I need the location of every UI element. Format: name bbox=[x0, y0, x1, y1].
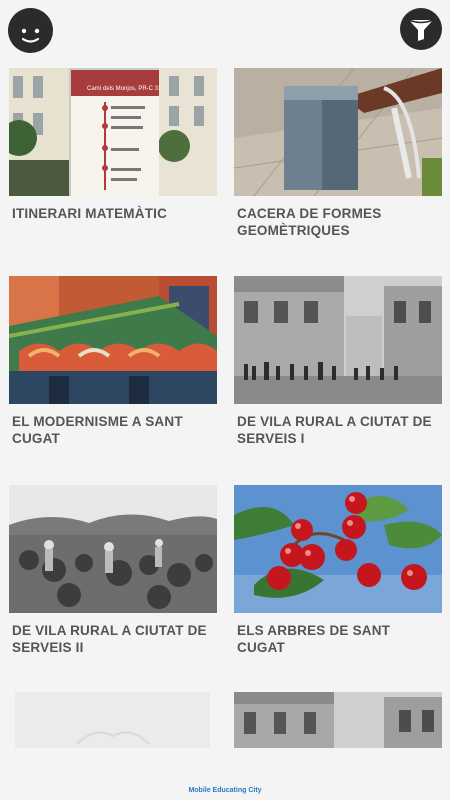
card-title: CACERA DE FORMES GEOMÈTRIQUES bbox=[237, 206, 382, 238]
card-image bbox=[234, 276, 442, 404]
card-image: Camí dels Monjos, PR-C 31 bbox=[9, 68, 217, 196]
card-image-placeholder bbox=[15, 692, 210, 748]
sign-text: Camí dels Monjos, PR-C 31 bbox=[87, 86, 162, 92]
card-image bbox=[9, 485, 217, 613]
itinerary-grid: Camí dels Monjos, PR-C 31 ITINERARI MATE… bbox=[0, 0, 450, 800]
card-title: DE VILA RURAL A CIUTAT DE SERVEIS II bbox=[12, 623, 207, 655]
footer-brand: Mobile Educating City bbox=[188, 787, 262, 794]
card-image bbox=[234, 485, 442, 613]
card-image bbox=[234, 68, 442, 196]
card-title: ITINERARI MATEMÀTIC bbox=[12, 206, 168, 221]
card-title: DE VILA RURAL A CIUTAT DE SERVEIS I bbox=[237, 414, 432, 446]
card-image bbox=[9, 276, 217, 404]
card-title: EL MODERNISME A SANT CUGAT bbox=[12, 414, 183, 446]
card-image bbox=[234, 692, 442, 748]
card-title: ELS ARBRES DE SANT CUGAT bbox=[237, 623, 391, 655]
